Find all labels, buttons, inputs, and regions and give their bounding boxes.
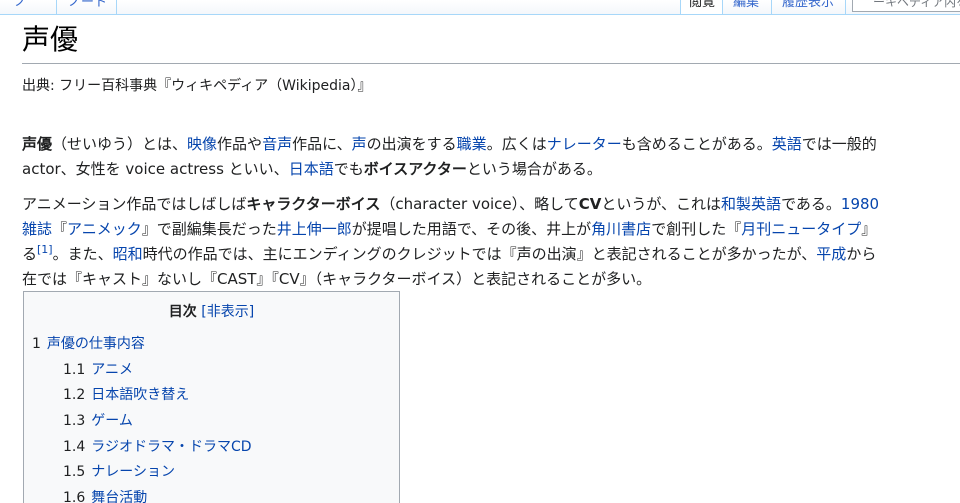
toc-number: 1.4 — [63, 439, 86, 455]
tab-article-partial[interactable]: ノ — [6, 0, 35, 14]
text-run: の出演をする — [366, 135, 457, 153]
table-of-contents: 目次 [非表示] 1 声優の仕事内容 1.1 アニメ 1.2 日本語吹き替え 1.3 ゲーム 1… — [23, 291, 400, 503]
toc-item[interactable]: 1 声優の仕事内容 — [32, 334, 145, 354]
text-run: から — [846, 245, 877, 263]
tab-separator — [771, 0, 772, 14]
toc-link[interactable]: 声優の仕事内容 — [47, 336, 145, 352]
text-run: 作品に、 — [292, 135, 352, 153]
article-link[interactable]: 角川書店 — [591, 220, 651, 238]
toc-link[interactable]: 舞台活動 — [91, 490, 147, 503]
article-link[interactable]: 声 — [352, 135, 367, 153]
paragraph-intro: 声優（せいゆう）とは、映像作品や音声作品に、声の出演をする職業。広くはナレーター… — [22, 132, 960, 182]
article-link[interactable]: 昭和 — [113, 245, 143, 263]
text-run: 』 — [861, 220, 877, 238]
text-run: というが、これは — [601, 195, 722, 213]
article-link[interactable]: ナレーター — [547, 135, 622, 153]
tab-separator — [722, 0, 723, 14]
bold-term: キャラクターボイス — [246, 195, 381, 213]
text-line: 雑誌『アニメック』で副編集長だった井上伸一郎が提唱した用語で、その後、井上が角川… — [22, 217, 960, 242]
toc-item[interactable]: 1.5 ナレーション — [63, 462, 175, 482]
toc-number: 1.5 — [63, 464, 86, 480]
text-line: る[1]。また、昭和時代の作品では、主にエンディングのクレジットでは『声の出演』… — [22, 242, 960, 267]
text-run: 。また、 — [52, 245, 113, 263]
article-link[interactable]: アニメック — [67, 220, 142, 238]
text-run: 在では『キャスト』ないし『CAST』『CV』（キャラクターボイス）と表記されるこ… — [22, 270, 652, 288]
text-line: actor、女性を voice actress といい、日本語でもボイスアクター… — [22, 157, 960, 182]
bold-term: CV — [578, 195, 602, 213]
article-link[interactable]: 職業 — [457, 135, 487, 153]
text-run: でも — [333, 160, 364, 178]
article-link[interactable]: 和製英語 — [721, 195, 781, 213]
tab-history[interactable]: 履歴表示 — [774, 0, 842, 14]
bold-term: 声優 — [22, 135, 53, 153]
text-run: 』で副編集長だった — [141, 220, 277, 238]
article-link[interactable]: 1980 — [841, 195, 879, 213]
text-run: （character voice）、略して — [380, 195, 579, 213]
tab-separator — [116, 0, 117, 14]
toc-link[interactable]: ラジオドラマ・ドラマCD — [91, 439, 251, 455]
toc-link[interactable]: ゲーム — [91, 413, 133, 429]
text-run: も含めることがある。 — [621, 135, 772, 153]
article-link[interactable]: 日本語 — [289, 160, 334, 178]
paragraph-cv: アニメーション作品ではしばしばキャラクターボイス（character voice… — [22, 192, 960, 292]
text-line: 声優（せいゆう）とは、映像作品や音声作品に、声の出演をする職業。広くはナレーター… — [22, 132, 960, 157]
article-link[interactable]: 雑誌 — [22, 220, 52, 238]
reference-superscript: [1] — [37, 243, 53, 256]
text-run: 『 — [52, 220, 68, 238]
toc-number: 1.6 — [63, 490, 86, 503]
article-link[interactable]: 平成 — [816, 245, 846, 263]
bold-term: ボイスアクター — [363, 160, 467, 178]
text-run: 時代の作品では、主にエンディングのクレジットでは『声の出演』と表記されることが多… — [142, 245, 817, 263]
tab-talk[interactable]: ノート — [60, 0, 115, 14]
toc-heading: 目次 — [168, 304, 197, 320]
article-link[interactable]: 映像 — [187, 135, 217, 153]
toc-link[interactable]: ナレーション — [91, 464, 175, 480]
page-title: 声優 — [22, 23, 79, 56]
toc-link[interactable]: 日本語吹き替え — [91, 387, 189, 403]
toc-title: 目次 [非表示] — [24, 302, 399, 322]
toc-item[interactable]: 1.6 舞台活動 — [63, 488, 147, 503]
text-line: アニメーション作品ではしばしばキャラクターボイス（character voice… — [22, 192, 960, 217]
text-run: 。広くは — [486, 135, 547, 153]
text-run: で創刊した『 — [651, 220, 742, 238]
toc-number: 1.1 — [63, 362, 86, 378]
text-run: （せいゆう）とは、 — [52, 135, 188, 153]
toc-item[interactable]: 1.1 アニメ — [63, 360, 133, 380]
text-line: 在では『キャスト』ないし『CAST』『CV』（キャラクターボイス）と表記されるこ… — [22, 267, 960, 292]
wiki-page: ノ ノート 閲覧 編集 履歴表示 ーキペディア内を検索 声優 出典: フリー百科… — [0, 0, 960, 503]
toc-link[interactable]: アニメ — [91, 362, 133, 378]
text-run: では一般的 — [801, 135, 877, 153]
tab-separator — [56, 0, 57, 14]
toc-item[interactable]: 1.2 日本語吹き替え — [63, 385, 189, 405]
article-link[interactable]: 月刊ニュータイプ — [741, 220, 861, 238]
site-subtitle: 出典: フリー百科事典『ウィキペディア（Wikipedia）』 — [22, 78, 372, 94]
tab-edit[interactable]: 編集 — [725, 0, 767, 14]
tab-read[interactable]: 閲覧 — [681, 0, 724, 14]
tab-bar: ノ ノート 閲覧 編集 履歴表示 ーキペディア内を検索 — [0, 0, 960, 14]
search-input[interactable]: ーキペディア内を検索 — [852, 0, 960, 12]
text-run: actor、女性を voice actress といい、 — [22, 160, 289, 178]
text-run: 作品や — [217, 135, 263, 153]
text-run: である。 — [781, 195, 841, 213]
title-divider — [22, 63, 960, 64]
text-run: が提唱した用語で、その後、井上が — [351, 220, 592, 238]
article-link[interactable]: 井上伸一郎 — [277, 220, 352, 238]
tab-separator — [845, 0, 846, 14]
article-link[interactable]: 英語 — [772, 135, 802, 153]
article-link[interactable]: 音声 — [262, 135, 292, 153]
toc-number: 1.3 — [63, 413, 86, 429]
article-link[interactable]: [1] — [37, 243, 53, 263]
toc-item[interactable]: 1.4 ラジオドラマ・ドラマCD — [63, 437, 252, 457]
toc-number: 1.2 — [63, 387, 86, 403]
text-run: アニメーション作品ではしばしば — [22, 195, 247, 213]
toc-number: 1 — [32, 336, 41, 352]
text-run: る — [22, 245, 38, 263]
toc-hide-toggle[interactable]: [非表示] — [201, 304, 254, 320]
text-run: という場合がある。 — [466, 160, 602, 178]
toc-item[interactable]: 1.3 ゲーム — [63, 411, 133, 431]
